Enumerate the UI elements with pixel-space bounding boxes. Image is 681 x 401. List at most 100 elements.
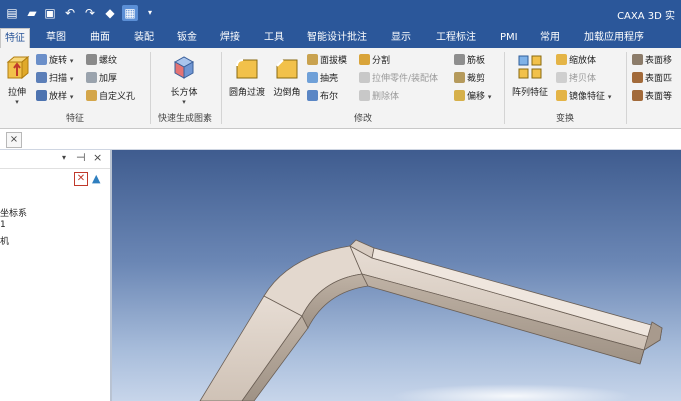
- thicken-button[interactable]: 加厚: [86, 72, 117, 86]
- revolve-icon: [36, 54, 47, 65]
- transform-group-label: 变换: [555, 114, 574, 124]
- clear-filter-icon[interactable]: ✕: [74, 172, 88, 186]
- boolean-button[interactable]: 布尔: [307, 90, 338, 104]
- tab-feature[interactable]: 特征: [0, 28, 30, 49]
- offset-label: 偏移: [467, 92, 486, 102]
- box-button[interactable]: 长方体 ▾: [162, 54, 206, 106]
- loft-button[interactable]: 放样 ▾: [36, 90, 73, 104]
- rib-button[interactable]: 筋板: [454, 54, 485, 68]
- tab-display[interactable]: 显示: [391, 28, 411, 48]
- trim-label: 裁剪: [467, 74, 486, 84]
- tab-sketch[interactable]: 草图: [46, 28, 66, 48]
- rib-icon: [454, 54, 465, 65]
- box-dropdown-icon[interactable]: ▾: [162, 98, 206, 106]
- face-draft-button[interactable]: 面拔模: [307, 54, 347, 68]
- pattern-icon: [518, 55, 542, 79]
- copy-body-button[interactable]: 拷贝体: [556, 72, 596, 86]
- chamfer-button[interactable]: 边倒角: [269, 54, 305, 98]
- new-icon[interactable]: ▤: [4, 5, 20, 21]
- copy-body-label: 拷贝体: [569, 74, 597, 84]
- save-icon[interactable]: ▣: [42, 5, 58, 21]
- thread-label: 螺纹: [99, 56, 118, 66]
- thread-icon: [86, 54, 97, 65]
- tree-item[interactable]: 机: [0, 234, 9, 247]
- ribbon-tabs: 特征 草图 曲面 装配 钣金 焊接 工具 智能设计批注 显示 工程标注 PMI …: [0, 28, 681, 49]
- pane-menu-icon[interactable]: ▾: [62, 153, 66, 162]
- extrude-part-button[interactable]: 拉伸零件/装配体: [359, 72, 438, 86]
- custom-hole-button[interactable]: 自定义孔: [86, 90, 135, 104]
- sweep-button[interactable]: 扫描 ▾: [36, 72, 73, 86]
- boolean-icon: [307, 90, 318, 101]
- tab-addins[interactable]: 加载应用程序: [584, 28, 644, 48]
- equal-face-button[interactable]: 表面等: [632, 90, 672, 104]
- measure-icon[interactable]: ▦: [122, 5, 138, 21]
- move-face-button[interactable]: 表面移: [632, 54, 672, 68]
- extrude-part-icon: [359, 72, 370, 83]
- scale-body-button[interactable]: 缩放体: [556, 54, 596, 68]
- design-tree-pane: ▾ ⊣ × ✕ ▲ 坐标系 1 机: [0, 150, 112, 401]
- quick-access-dropdown-icon[interactable]: ▾: [142, 5, 158, 21]
- shell-button[interactable]: 抽壳: [307, 72, 338, 86]
- custom-hole-label: 自定义孔: [99, 92, 136, 102]
- loft-label: 放样: [49, 92, 68, 102]
- tab-common[interactable]: 常用: [540, 28, 560, 48]
- feature-group-label: 特征: [65, 114, 84, 124]
- split-label: 分割: [372, 56, 391, 66]
- redo-icon[interactable]: ↷: [82, 5, 98, 21]
- delete-body-button[interactable]: 删除体: [359, 90, 399, 104]
- 3d-viewport[interactable]: [112, 150, 681, 401]
- mirror-feature-button[interactable]: 镜像特征 ▾: [556, 90, 611, 104]
- tree-options-icon[interactable]: ▲: [92, 172, 100, 185]
- extrude-dropdown-icon[interactable]: ▾: [2, 98, 32, 106]
- trim-button[interactable]: 裁剪: [454, 72, 485, 86]
- match-face-button[interactable]: 表面匹: [632, 72, 672, 86]
- tab-smart-design[interactable]: 智能设计批注: [307, 28, 367, 48]
- thicken-label: 加厚: [99, 74, 118, 84]
- pane-header: ▾ ⊣ ×: [0, 150, 110, 169]
- face-draft-icon: [307, 54, 318, 65]
- shell-label: 抽壳: [320, 74, 339, 84]
- fillet-icon: [236, 59, 258, 79]
- thicken-icon: [86, 72, 97, 83]
- app-title: CAXA 3D 实: [617, 11, 675, 22]
- tab-surface[interactable]: 曲面: [90, 28, 110, 48]
- tab-sheet-metal[interactable]: 钣金: [177, 28, 197, 48]
- pattern-feature-button[interactable]: 阵列特征: [508, 54, 552, 98]
- title-bar: ▤ ▰ ▣ ↶ ↷ ◆ ▦ ▾ CAXA 3D 实: [0, 0, 681, 28]
- fillet-button[interactable]: 圆角过渡: [226, 54, 268, 98]
- scale-body-icon: [556, 54, 567, 65]
- modify-group-label: 修改: [353, 114, 372, 124]
- move-face-icon: [632, 54, 643, 65]
- tab-tools[interactable]: 工具: [264, 28, 284, 48]
- trim-icon: [454, 72, 465, 83]
- bent-hex-bar-model[interactable]: [112, 150, 681, 401]
- offset-button[interactable]: 偏移 ▾: [454, 90, 491, 104]
- floor-highlight: [392, 384, 632, 401]
- tree-item[interactable]: 1: [0, 220, 6, 230]
- face-draft-label: 面拔模: [320, 56, 348, 66]
- scale-body-label: 缩放体: [569, 56, 597, 66]
- thread-button[interactable]: 螺纹: [86, 54, 117, 68]
- mirror-feature-label: 镜像特征: [569, 92, 606, 102]
- tab-pmi[interactable]: PMI: [500, 28, 518, 48]
- tab-welding[interactable]: 焊接: [220, 28, 240, 48]
- revolve-button[interactable]: 旋转 ▾: [36, 54, 73, 68]
- render-icon[interactable]: ◆: [102, 5, 118, 21]
- pattern-feature-label: 阵列特征: [511, 88, 548, 98]
- custom-hole-icon: [86, 90, 97, 101]
- undo-icon[interactable]: ↶: [62, 5, 78, 21]
- extrude-button[interactable]: 拉伸 ▾: [2, 54, 32, 106]
- tree-item[interactable]: 坐标系: [0, 206, 27, 219]
- close-pane-icon[interactable]: ×: [93, 151, 102, 164]
- tab-engineering-annotation[interactable]: 工程标注: [436, 28, 476, 48]
- offset-icon: [454, 90, 465, 101]
- delete-body-label: 删除体: [372, 92, 400, 102]
- pin-icon[interactable]: ⊣: [76, 151, 86, 164]
- chamfer-icon: [276, 59, 298, 79]
- tab-assembly[interactable]: 装配: [134, 28, 154, 48]
- close-document-icon[interactable]: ×: [6, 132, 22, 148]
- open-folder-icon[interactable]: ▰: [24, 5, 40, 21]
- delete-body-icon: [359, 90, 370, 101]
- split-button[interactable]: 分割: [359, 54, 390, 68]
- box-icon: [173, 56, 195, 79]
